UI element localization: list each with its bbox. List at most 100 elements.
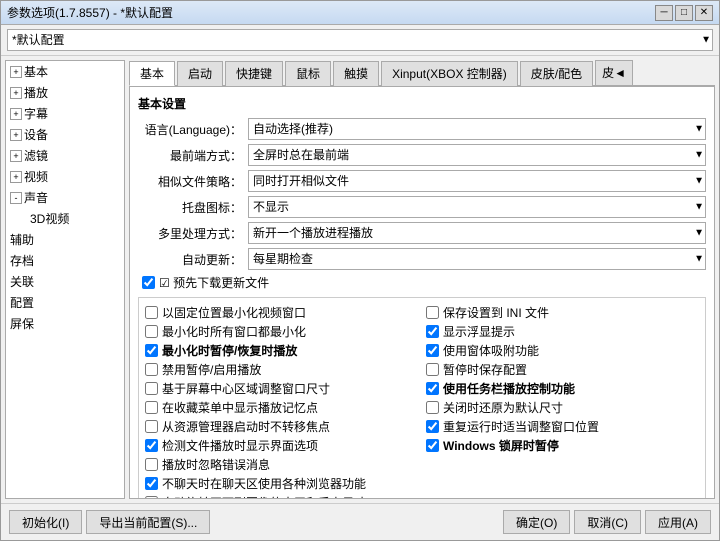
tab-content-basic: 基本设置 语言(Language)： 自动选择(推荐) ▼ 最前端方式： [129,86,715,499]
similar-file-select[interactable]: 同时打开相似文件 [248,170,706,192]
tree-panel: + 基本 + 播放 + 字幕 + 设备 + 滤镜 + 视频 [5,60,125,499]
tab-touch[interactable]: 触摸 [333,61,379,86]
multi-process-row: 多里处理方式： 新开一个播放进程播放 ▼ [138,222,706,244]
apply-button[interactable]: 应用(A) [645,510,711,534]
tree-item-playback[interactable]: + 播放 [6,82,124,103]
cb-auto-rotate-input[interactable] [145,496,158,499]
foreground-row: 最前端方式： 全屏时总在最前端 ▼ [138,144,706,166]
foreground-select[interactable]: 全屏时总在最前端 [248,144,706,166]
export-button[interactable]: 导出当前配置(S)... [86,510,210,534]
tree-item-screensaver[interactable]: 屏保 [6,313,124,334]
tab-xinput[interactable]: Xinput(XBOX 控制器) [381,61,518,86]
maximize-button[interactable]: □ [675,5,693,21]
minimize-button[interactable]: ─ [655,5,673,21]
cb-no-focus: 从资源管理器启动时不转移焦点 [145,418,418,435]
bottom-bar: 初始化(I) 导出当前配置(S)... 确定(O) 取消(C) 应用(A) [1,503,719,540]
cb-ignore-errors-input[interactable] [145,458,158,471]
similar-file-dropdown-wrapper: 同时打开相似文件 ▼ [248,170,706,192]
cb-show-ui-input[interactable] [145,439,158,452]
cb-restore-size: 关闭时还原为默认尺寸 [426,399,699,416]
cb-browser-input[interactable] [145,477,158,490]
main-window: 参数选项(1.7.8557) - *默认配置 ─ □ ✕ *默认配置 ▼ + 基… [0,0,720,541]
tree-item-config[interactable]: 配置 [6,292,124,313]
ok-button[interactable]: 确定(O) [503,510,570,534]
cb-adjust-pos-input[interactable] [426,420,439,433]
cb-no-focus-input[interactable] [145,420,158,433]
bottom-bar-left: 初始化(I) 导出当前配置(S)... [9,510,210,534]
cb-center-resize-input[interactable] [145,382,158,395]
cb-windows-lock: Windows 锁屏时暂停 [426,437,699,454]
cancel-button[interactable]: 取消(C) [574,510,641,534]
tree-item-basic[interactable]: + 基本 [6,61,124,82]
cb-windows-lock-input[interactable] [426,439,439,452]
toolbar: *默认配置 ▼ [1,25,719,56]
expander-device[interactable]: + [10,129,22,141]
multi-process-dropdown-wrapper: 新开一个播放进程播放 ▼ [248,222,706,244]
cb-show-tooltip-input[interactable] [426,325,439,338]
cb-minimize-all-input[interactable] [145,325,158,338]
cb-save-on-pause: 暂停时保存配置 [426,361,699,378]
expander-basic[interactable]: + [10,66,22,78]
cb-snap-input[interactable] [426,344,439,357]
cb-disable-pause-input[interactable] [145,363,158,376]
tree-item-archive[interactable]: 存档 [6,250,124,271]
cb-minimize-pos-input[interactable] [145,306,158,319]
window-title: 参数选项(1.7.8557) - *默认配置 [7,4,173,21]
tray-icon-select[interactable]: 不显示 [248,196,706,218]
window-controls: ─ □ ✕ [655,5,713,21]
cb-minimize-pause: 最小化时暂停/恢复时播放 [145,342,418,359]
tab-basic[interactable]: 基本 [129,61,175,86]
cb-browser: 不聊天时在聊天区使用各种浏览器功能 [145,475,418,492]
cb-taskbar-control-input[interactable] [426,382,439,395]
cb-minimize-pause-input[interactable] [145,344,158,357]
tree-item-assist[interactable]: 辅助 [6,229,124,250]
cb-restore-size-input[interactable] [426,401,439,414]
checkboxes-section: 以固定位置最小化视频窗口 保存设置到 INI 文件 最小化时所有窗口都最小化 显… [138,297,706,499]
tree-item-subtitle[interactable]: + 字幕 [6,103,124,124]
multi-process-select[interactable]: 新开一个播放进程播放 [248,222,706,244]
auto-update-row: 自动更新： 每星期检查 ▼ [138,248,706,270]
cb-disable-pause: 禁用暂停/启用播放 [145,361,418,378]
expander-subtitle[interactable]: + [10,108,22,120]
tabs-bar: 基本 启动 快捷键 鼠标 触摸 Xinput(XBOX 控制器) 皮肤/配色 皮… [129,60,715,86]
cb-show-tooltip: 显示浮显提示 [426,323,699,340]
cb-save-ini-input[interactable] [426,306,439,319]
tree-item-video[interactable]: + 视频 [6,166,124,187]
cb-empty3 [426,475,699,492]
tree-item-filter[interactable]: + 滤镜 [6,145,124,166]
foreground-label: 最前端方式： [138,147,248,164]
expander-playback[interactable]: + [10,87,22,99]
cb-minimize-all: 最小化时所有窗口都最小化 [145,323,418,340]
close-button[interactable]: ✕ [695,5,713,21]
auto-update-label: 自动更新： [138,251,248,268]
tree-item-association[interactable]: 关联 [6,271,124,292]
cb-save-on-pause-input[interactable] [426,363,439,376]
auto-update-select[interactable]: 每星期检查 [248,248,706,270]
section-title-basic: 基本设置 [138,95,706,112]
tree-item-audio[interactable]: - 声音 [6,187,124,208]
tab-skin[interactable]: 皮肤/配色 [520,61,593,86]
cb-bookmark-menu: 在收藏菜单中显示播放记忆点 [145,399,418,416]
main-content: + 基本 + 播放 + 字幕 + 设备 + 滤镜 + 视频 [1,56,719,503]
expander-filter[interactable]: + [10,150,22,162]
tab-hotkeys[interactable]: 快捷键 [225,61,283,86]
pre-download-checkbox[interactable] [142,276,155,289]
expander-audio[interactable]: - [10,192,22,204]
cb-snap: 使用窗体吸附功能 [426,342,699,359]
language-dropdown-wrapper: 自动选择(推荐) ▼ [248,118,706,140]
init-button[interactable]: 初始化(I) [9,510,82,534]
auto-update-dropdown-wrapper: 每星期检查 ▼ [248,248,706,270]
cb-bookmark-menu-input[interactable] [145,401,158,414]
tray-icon-row: 托盘图标： 不显示 ▼ [138,196,706,218]
multi-process-label: 多里处理方式： [138,225,248,242]
expander-video[interactable]: + [10,171,22,183]
profile-select[interactable]: *默认配置 [7,29,713,51]
tree-item-3dvideo[interactable]: 3D视频 [6,208,124,229]
language-select[interactable]: 自动选择(推荐) [248,118,706,140]
tab-startup[interactable]: 启动 [177,61,223,86]
tab-mouse[interactable]: 鼠标 [285,61,331,86]
tree-item-device[interactable]: + 设备 [6,124,124,145]
title-bar: 参数选项(1.7.8557) - *默认配置 ─ □ ✕ [1,1,719,25]
tab-more[interactable]: 皮◄ [595,60,633,85]
bottom-bar-right: 确定(O) 取消(C) 应用(A) [503,510,711,534]
